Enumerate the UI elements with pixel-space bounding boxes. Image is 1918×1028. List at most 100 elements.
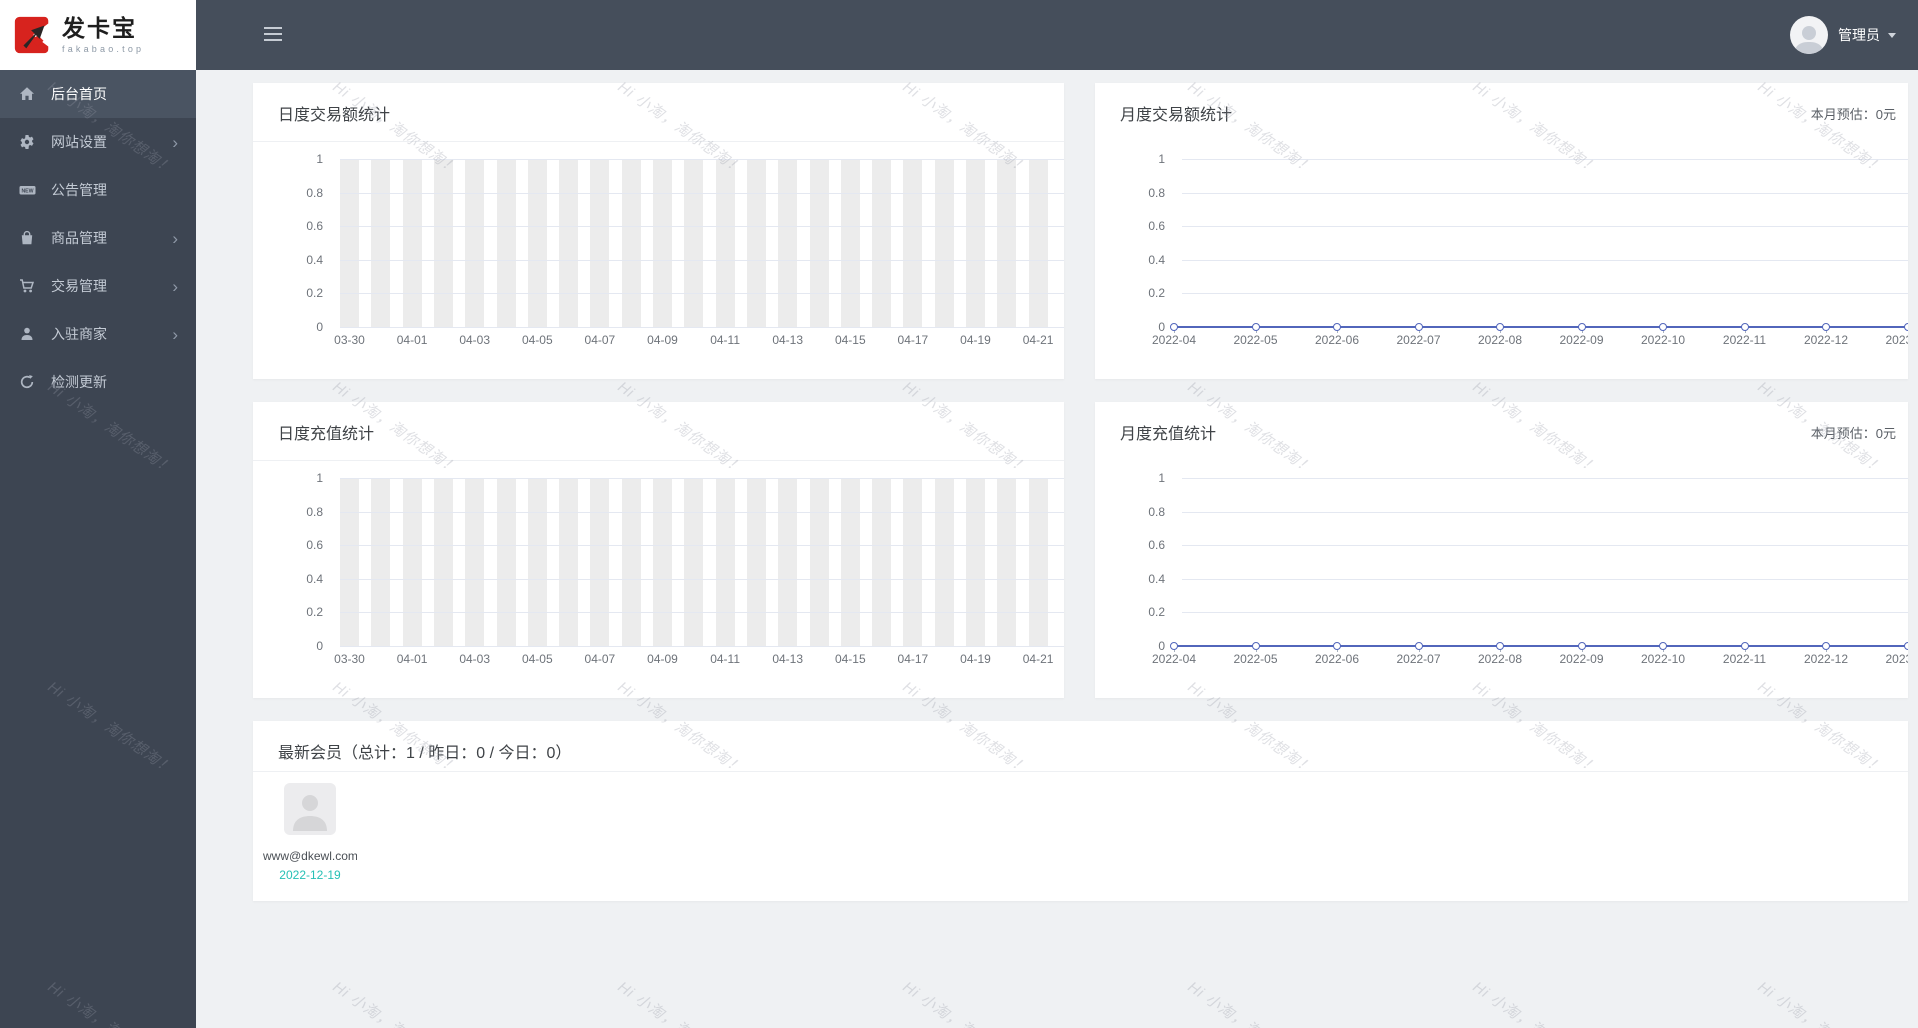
member-join-date: 2022-12-19 <box>279 868 341 882</box>
bar-background-stripe <box>402 159 422 327</box>
bar-background-stripe <box>653 478 672 646</box>
bar-background-stripe <box>715 478 735 646</box>
x-axis-label: 04-21 <box>1022 652 1054 666</box>
brand-domain: fakabao.top <box>62 43 145 54</box>
gridline <box>1182 545 1908 547</box>
x-axis-label: 2022-08 <box>1477 333 1523 347</box>
x-axis-label: 04-11 <box>710 333 740 347</box>
bar-background-stripe <box>559 478 579 646</box>
monthly-recharge-card: 1 0.8 0.6 0.4 0.2 0 2022-04 2022-05 2022-06 2022-… <box>1095 402 1908 698</box>
gridline <box>340 192 1064 194</box>
x-axis-label: 04-07 <box>584 333 616 347</box>
x-axis-label: 04-19 <box>960 652 991 666</box>
bar-background-stripe <box>840 478 860 646</box>
gridline <box>340 578 1064 580</box>
bar-background-stripe <box>934 159 954 327</box>
sidebar-item-products[interactable]: 商品管理 › <box>0 214 196 262</box>
data-point-marker <box>1333 642 1341 650</box>
data-point-marker <box>1822 642 1830 650</box>
gridline <box>1182 612 1908 614</box>
x-axis-label: 03-30 <box>334 333 365 347</box>
y-axis-label: 0.4 <box>1148 571 1165 586</box>
bar-background-stripe <box>371 478 391 646</box>
sidebar-item-home[interactable]: 后台首页 <box>0 70 196 118</box>
sidebar-item-site-settings[interactable]: 网站设置 › <box>0 118 196 166</box>
y-axis-label: 0.8 <box>306 504 323 519</box>
divider <box>253 771 1908 772</box>
sidebar-item-trades[interactable]: 交易管理 › <box>0 262 196 310</box>
bar-background-stripe <box>746 159 766 327</box>
sidebar-item-label: 检测更新 <box>51 374 107 390</box>
announcement-icon: NEW <box>18 182 36 198</box>
bar-background-stripe <box>1028 159 1048 327</box>
sidebar-toggle-icon[interactable] <box>264 27 282 41</box>
month-estimate-label: 本月预估：0元 <box>1810 426 1896 441</box>
sidebar-item-check-update[interactable]: 检测更新 <box>0 358 196 406</box>
x-axis-label: 04-09 <box>647 652 678 666</box>
topbar: 管理员 <box>196 0 1918 70</box>
bar-background-stripe <box>715 159 735 327</box>
y-axis-label: 0.6 <box>1148 538 1165 553</box>
x-axis-label: 04-19 <box>960 333 991 347</box>
bar-background-stripe <box>527 159 547 327</box>
data-point-marker <box>1414 642 1423 650</box>
sidebar: 发卡宝 fakabao.top 后台首页 网站设置 › NEW 公告管理 商品管理 › 交易管… <box>0 0 196 1028</box>
y-axis-label: 1 <box>1158 471 1165 485</box>
gridline <box>1182 578 1908 580</box>
bar-background-stripe <box>559 159 579 327</box>
data-point-marker <box>1659 323 1667 331</box>
y-axis-label: 0.4 <box>306 252 323 267</box>
chart-title: 日度交易额统计 <box>278 107 391 124</box>
brand-logo-icon <box>14 16 49 54</box>
cart-icon <box>18 278 36 294</box>
user-name: 管理员 <box>1838 27 1880 43</box>
data-line <box>1174 326 1908 328</box>
sidebar-item-announcements[interactable]: NEW 公告管理 <box>0 166 196 214</box>
bar-background-stripe <box>621 159 641 327</box>
bar-background-stripe <box>527 478 547 646</box>
daily-recharge-chart: 1 0.8 0.6 0.4 0.2 0 03-30 04-01 04-03 04-05 04-07 0… <box>253 402 1064 698</box>
x-axis-label: 2022-04 <box>1151 333 1197 347</box>
x-axis-label: 04-01 <box>396 652 428 666</box>
data-point-marker <box>1170 642 1178 650</box>
x-axis-label: 04-07 <box>584 652 616 666</box>
monthly-recharge-chart: 1 0.8 0.6 0.4 0.2 0 2022-04 2022-05 2022-06 2022-… <box>1095 402 1908 698</box>
daily-recharge-card: 1 0.8 0.6 0.4 0.2 0 03-30 04-01 04-03 04-05 04-07 0… <box>253 402 1064 698</box>
data-point-marker <box>1577 642 1586 650</box>
bar-background-stripe <box>653 159 672 327</box>
y-axis-label: 0.8 <box>1148 504 1165 519</box>
data-point-marker <box>1251 323 1260 331</box>
x-axis-label: 04-09 <box>647 333 678 347</box>
product-bag-icon <box>18 230 36 246</box>
member-email: www@dkewl.com <box>263 849 357 863</box>
y-axis-label: 0.4 <box>1148 252 1165 267</box>
chevron-right-icon: › <box>172 276 178 296</box>
gridline <box>340 327 1064 328</box>
latest-members-card: 最新会员（总计：1 / 昨日：0 / 今日：0） www@dkewl.com 2… <box>253 721 1908 901</box>
gridline <box>340 612 1064 614</box>
sidebar-item-merchants[interactable]: 入驻商家 › <box>0 310 196 358</box>
y-axis-label: 0 <box>1158 320 1165 334</box>
data-point-marker <box>1251 642 1260 650</box>
gridline <box>1182 511 1908 513</box>
y-axis-label: 1 <box>316 152 323 166</box>
gridline <box>1182 159 1908 160</box>
bar-background-stripe <box>684 159 704 327</box>
brand[interactable]: 发卡宝 fakabao.top <box>0 0 196 70</box>
x-axis-label: 04-15 <box>834 333 866 347</box>
bar-background-stripe <box>496 159 516 327</box>
x-axis-label: 2023-01 <box>1885 333 1908 347</box>
gridline <box>1182 192 1908 194</box>
bar-background-stripe <box>340 478 359 646</box>
sidebar-nav: 后台首页 网站设置 › NEW 公告管理 商品管理 › 交易管理 › 入驻商家 › 检测更新 <box>0 70 196 406</box>
x-axis-label: 2022-04 <box>1151 652 1197 666</box>
x-axis-label: 2022-08 <box>1477 652 1523 666</box>
chart-title: 月度交易额统计 <box>1120 107 1233 124</box>
main-content: 1 0.8 0.6 0.4 0.2 0 03-30 04-01 04-03 04-05 04-07 0… <box>196 70 1918 1028</box>
latest-members-title: 最新会员（总计：1 / 昨日：0 / 今日：0） <box>278 745 572 762</box>
bar-background-stripe <box>778 478 798 646</box>
user-menu[interactable]: 管理员 <box>1790 0 1896 70</box>
bar-background-stripe <box>371 159 391 327</box>
chevron-right-icon: › <box>172 132 178 152</box>
monthly-trade-chart: 1 0.8 0.6 0.4 0.2 0 2022-04 2022-05 2022-06 2022-… <box>1095 83 1908 379</box>
